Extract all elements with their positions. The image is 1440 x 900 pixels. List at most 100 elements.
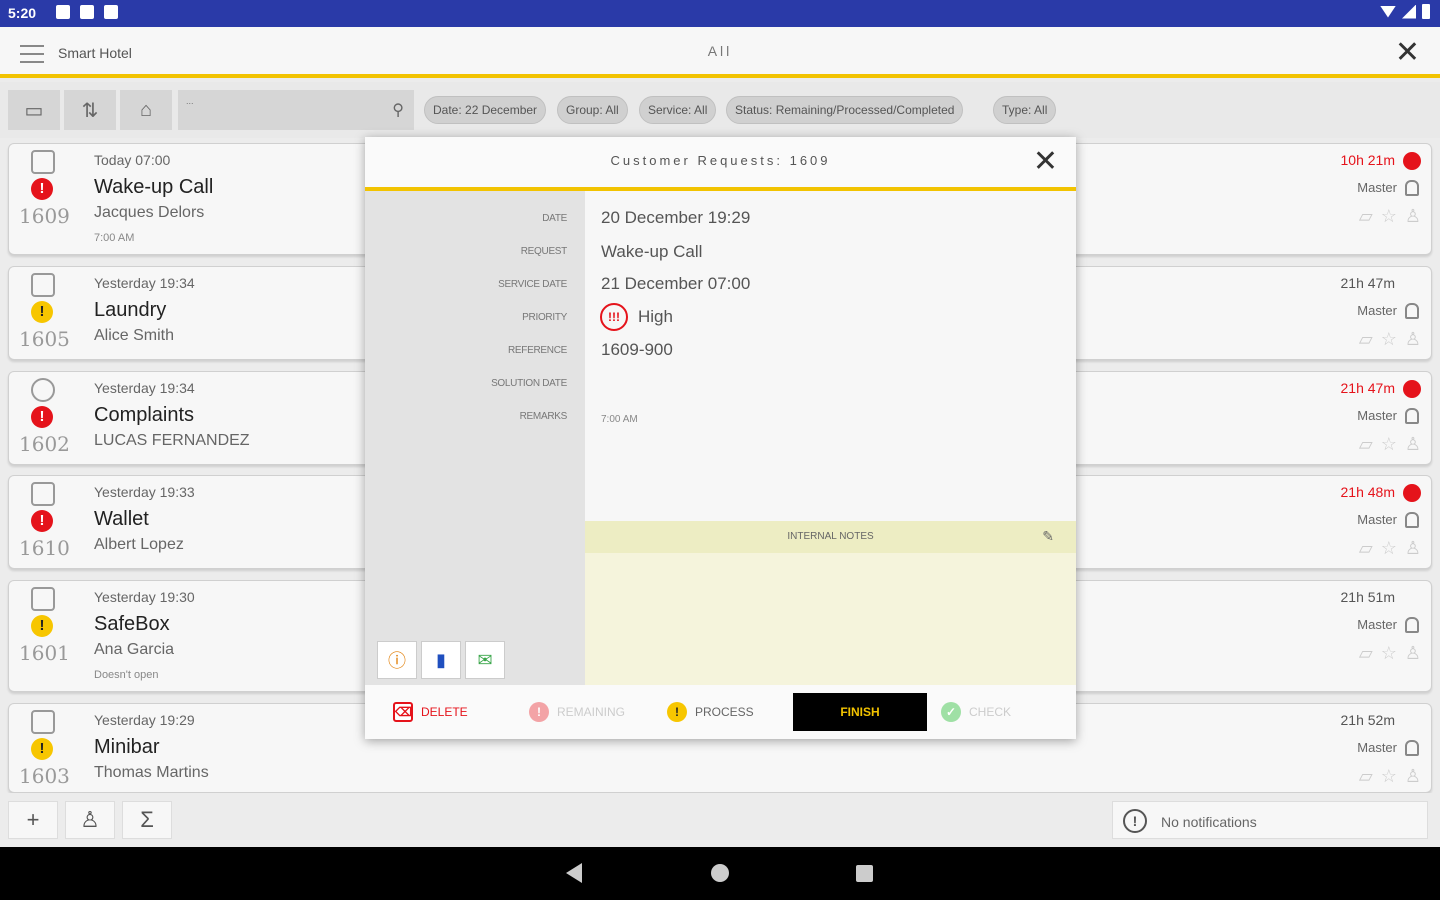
field-labels-column: DATE REQUEST SERVICE DATE PRIORITY REFER… [365,191,585,685]
note-icon[interactable]: ▱ [1359,329,1373,350]
user-icon [1405,512,1419,528]
elapsed-time: 21h 51m [1340,589,1395,605]
process-button[interactable]: ! PROCESS [653,693,787,731]
star-icon[interactable]: ☆ [1381,434,1397,455]
owner-name: Master [1357,408,1397,423]
request-time: Yesterday 19:33 [94,484,195,500]
add-button[interactable]: + [8,801,58,839]
elapsed-time: 10h 21m [1340,152,1395,168]
back-icon[interactable] [566,863,582,883]
priority-high-icon: ! [31,406,53,428]
request-title: Laundry [94,299,167,321]
card-actions: ▱ ☆ ♙ [1359,643,1421,664]
process-label: PROCESS [695,705,754,719]
summary-button[interactable]: Σ [122,801,172,839]
note-icon[interactable]: ▱ [1359,643,1373,664]
sort-button[interactable]: ⇅ [64,90,116,130]
assign-user-icon[interactable]: ♙ [1405,538,1421,559]
room-number: 1602 [19,432,70,456]
remaining-label: REMAINING [557,705,626,719]
trash-icon: ⌫ [393,702,413,722]
star-icon[interactable]: ☆ [1381,643,1397,664]
user-button[interactable]: ♙ [65,801,115,839]
elapsed-time: 21h 47m [1340,380,1395,396]
close-icon[interactable]: ✕ [1395,38,1420,68]
value-date: 20 December 19:29 [601,208,751,227]
alert-dot-icon [1403,152,1421,170]
star-icon[interactable]: ☆ [1381,766,1397,787]
star-icon[interactable]: ☆ [1381,538,1397,559]
filter-chip-date[interactable]: Date: 22 December [424,96,547,124]
note-icon[interactable]: ▱ [1359,206,1373,227]
check-button[interactable]: ✓ CHECK [927,693,1061,731]
info-icon: ⓘ [388,651,406,671]
assign-user-icon[interactable]: ♙ [1405,766,1421,787]
filter-chip-group[interactable]: Group: All [557,96,628,124]
room-number: 1610 [19,536,70,560]
view-title: All [707,43,733,59]
system-nav-bar [0,847,1440,900]
status-time: 5:20 [8,5,37,21]
close-icon[interactable]: ✕ [1033,147,1058,177]
star-icon[interactable]: ☆ [1381,206,1397,227]
user-icon: ♙ [80,807,100,832]
card-actions: ▱ ☆ ♙ [1359,434,1421,455]
tablet-view-button[interactable]: ▭ [8,90,60,130]
guest-name: Alice Smith [94,327,175,344]
label-solution-date: SOLUTION DATE [491,378,567,389]
request-title: SafeBox [94,613,170,635]
request-time: Yesterday 19:34 [94,275,195,291]
note-icon[interactable]: ▱ [1359,434,1373,455]
notifications-panel[interactable]: ! No notifications [1112,801,1428,839]
notification-icon [80,5,94,19]
room-number: 1609 [19,204,70,228]
home-icon[interactable] [711,864,729,882]
tablet-icon: ▭ [24,99,44,122]
assign-user-icon[interactable]: ♙ [1405,329,1421,350]
filter-chip-type[interactable]: Type: All [993,96,1057,124]
status-system-icons [1380,4,1430,19]
internal-notes-area[interactable] [585,553,1076,685]
note-icon[interactable]: ▱ [1359,766,1373,787]
request-title: Wake-up Call [94,176,214,198]
pencil-icon[interactable]: ✎ [1042,528,1054,545]
room-number: 1601 [19,641,70,665]
label-reference: REFERENCE [508,345,567,356]
dialog-header: Customer Requests: 1609 ✕ [365,137,1076,191]
internal-notes-label: INTERNAL NOTES [787,531,874,542]
recent-apps-icon[interactable] [856,865,873,882]
room-number: 1603 [19,764,70,788]
dialog-title: Customer Requests: 1609 [610,153,831,168]
tag-button[interactable]: ⌂ [120,90,172,130]
star-icon[interactable]: ☆ [1381,329,1397,350]
elapsed-time: 21h 52m [1340,712,1395,728]
priority-high-icon: !!! [600,303,628,331]
assign-user-icon[interactable]: ♙ [1405,643,1421,664]
finish-button[interactable]: FINISH [793,693,927,731]
assign-user-icon[interactable]: ♙ [1405,434,1421,455]
request-title: Complaints [94,404,195,426]
filter-chip-service[interactable]: Service: All [639,96,717,124]
complaint-icon [31,378,55,402]
filter-chip-status[interactable]: Status: Remaining/Processed/Completed [726,96,964,124]
search-icon[interactable]: ⚲ [392,100,404,120]
priority-medium-icon: ! [31,738,53,760]
search-input[interactable] [186,94,376,108]
internal-notes-header: INTERNAL NOTES ✎ [585,521,1076,553]
sigma-icon: Σ [140,807,154,832]
chat-button[interactable]: ✉ [465,641,505,679]
user-icon [1405,740,1419,756]
assign-user-icon[interactable]: ♙ [1405,206,1421,227]
user-icon [1405,408,1419,424]
delete-button[interactable]: ⌫ DELETE [379,693,513,731]
remaining-button[interactable]: ! REMAINING [515,693,649,731]
priority-high-icon: ! [31,510,53,532]
guest-name: Jacques Delors [94,204,205,221]
value-service-date: 21 December 07:00 [601,274,751,293]
bottom-bar: + ♙ Σ ! No notifications [0,793,1440,847]
note-icon[interactable]: ▱ [1359,538,1373,559]
clothing-button[interactable]: ▮ [421,641,461,679]
signal-icon [1402,4,1416,19]
info-button[interactable]: ⓘ [377,641,417,679]
laundry-icon [31,273,55,297]
